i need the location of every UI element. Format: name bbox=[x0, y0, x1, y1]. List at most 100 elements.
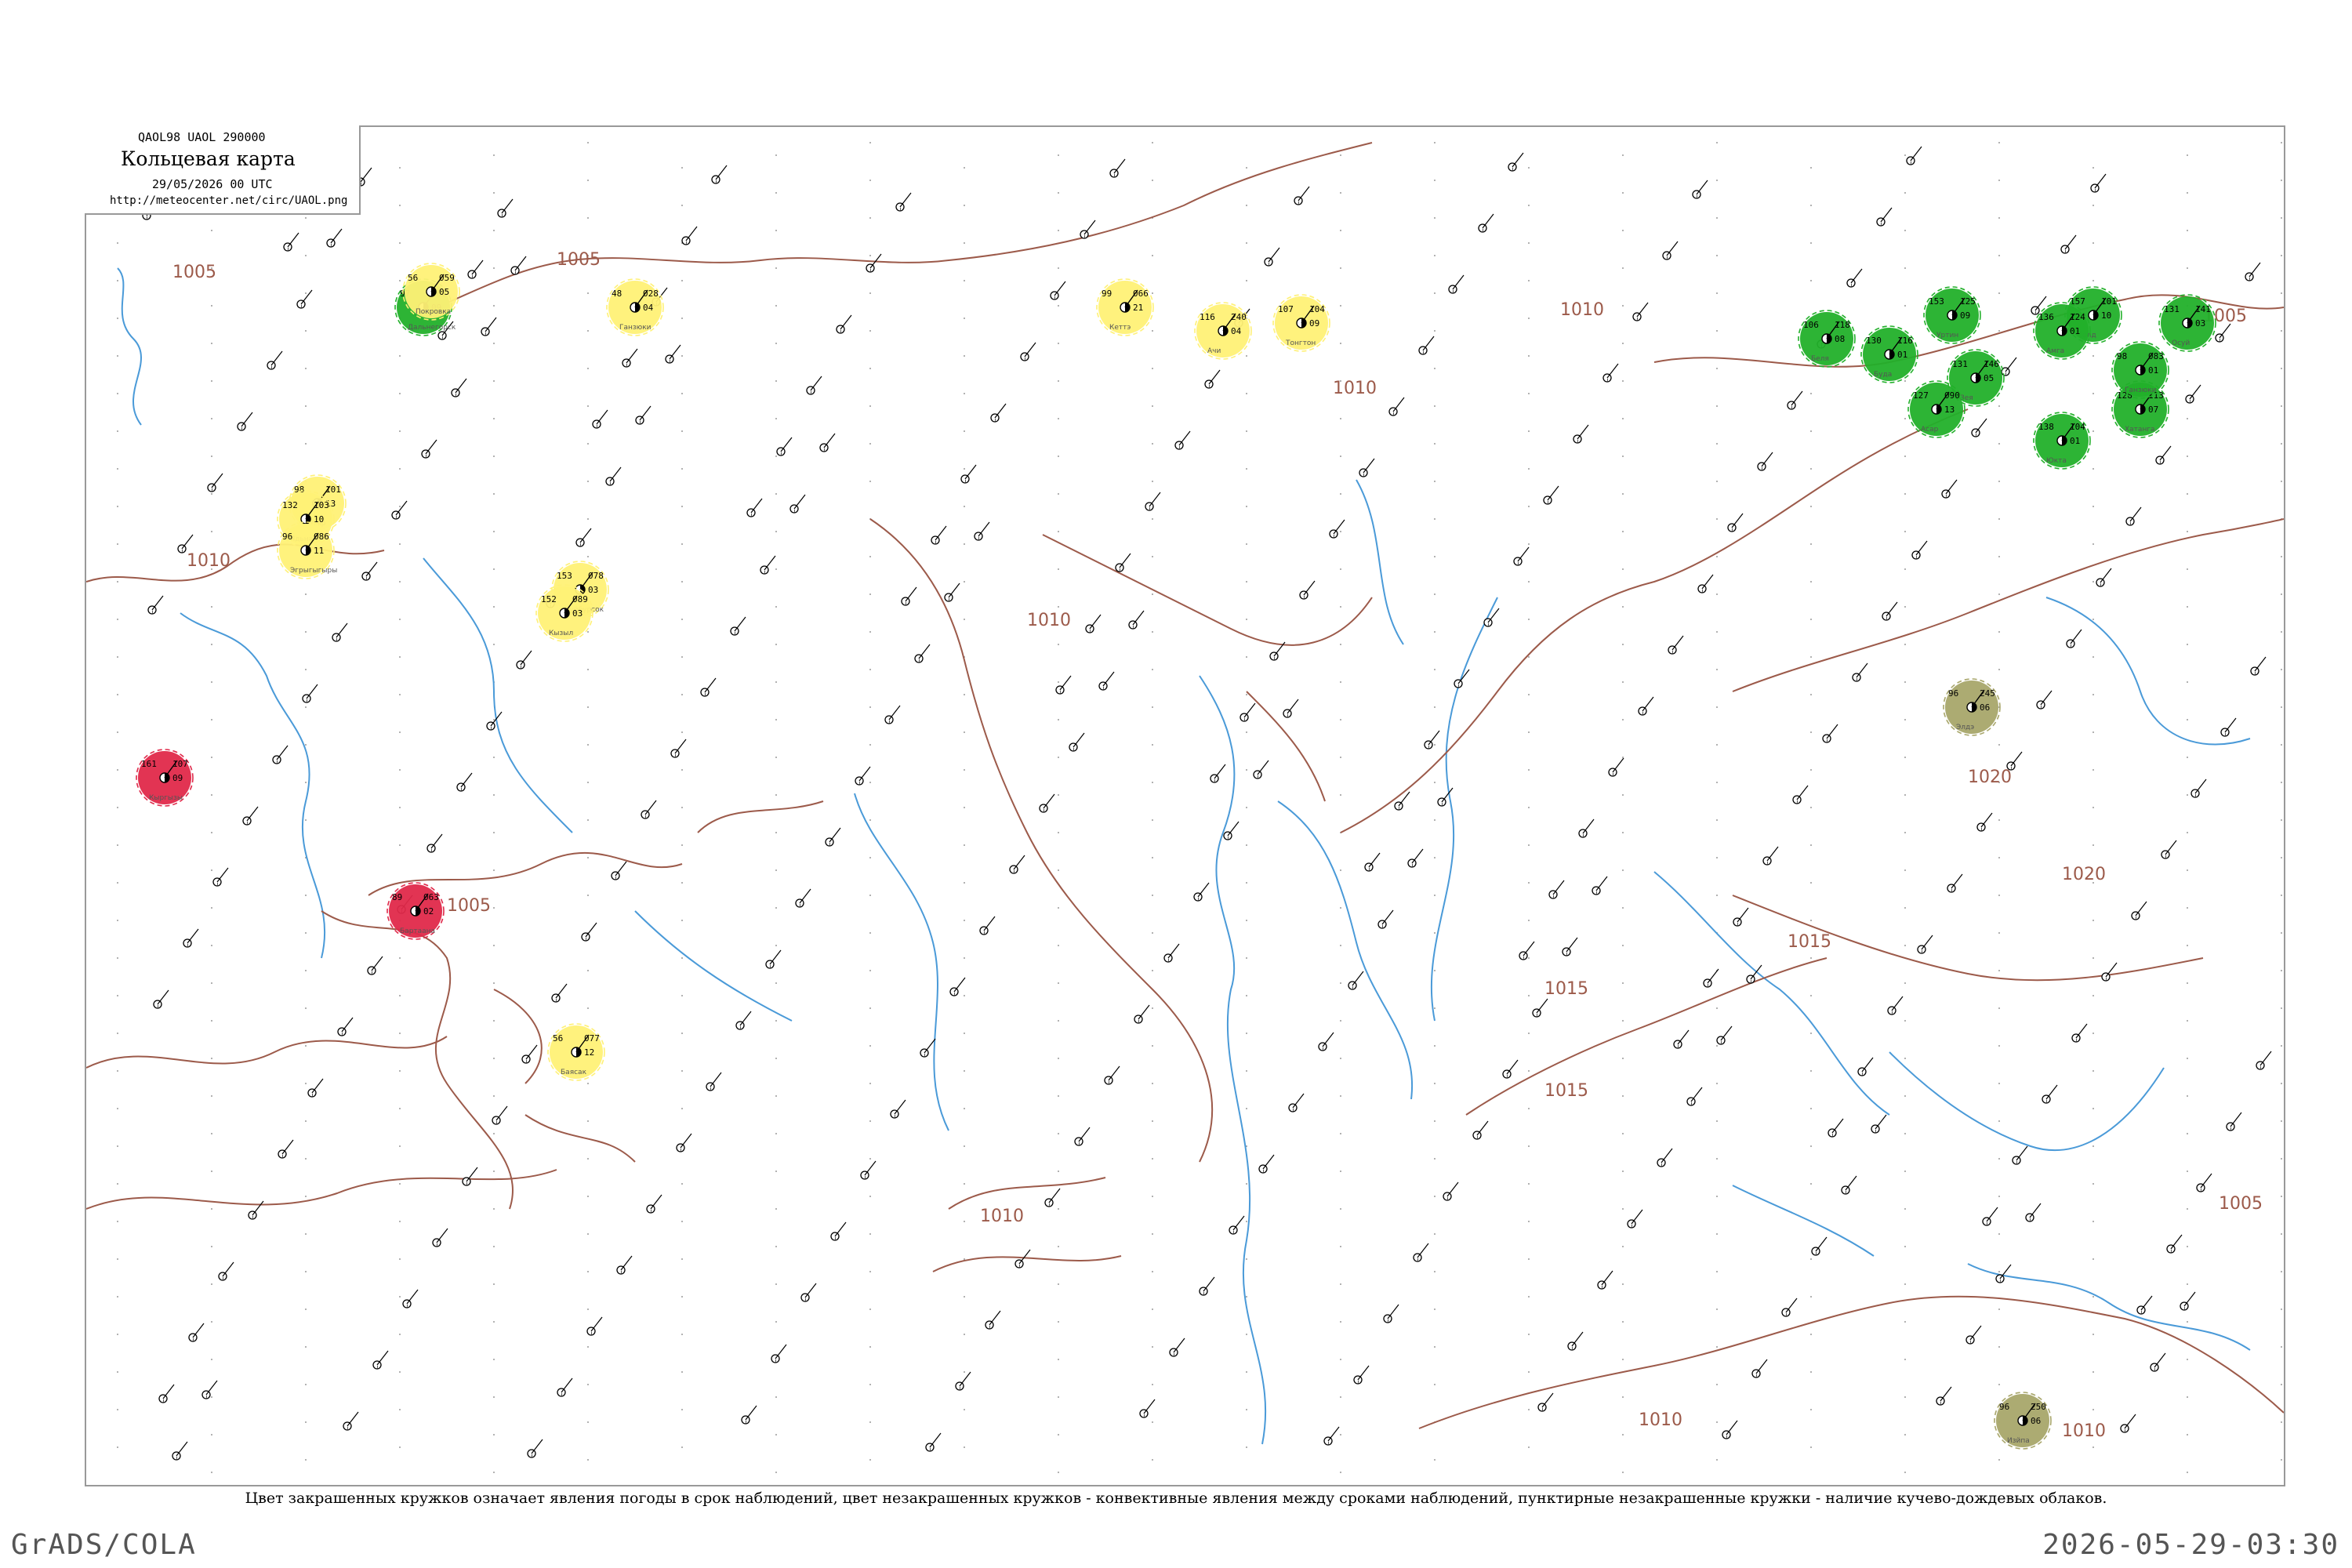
station-marker bbox=[1947, 873, 1963, 893]
station-marker bbox=[1050, 281, 1066, 300]
station[interactable]: 118 106 08 Беля bbox=[1798, 310, 1856, 368]
station-marker bbox=[1055, 675, 1072, 695]
isobar-label: 1005 bbox=[447, 896, 491, 916]
station-marker bbox=[1109, 158, 1126, 178]
station-marker bbox=[1537, 1392, 1554, 1412]
station[interactable]: 107 161 09 Кыргызы bbox=[136, 749, 194, 807]
station[interactable]: 104 138 01 Юкта bbox=[2033, 412, 2091, 470]
temperature-value: 99 bbox=[1102, 289, 1112, 299]
station-marker bbox=[1692, 180, 1708, 199]
station-marker bbox=[836, 314, 852, 334]
station-marker bbox=[855, 766, 871, 786]
station[interactable]: 245 96 06 Элдэ bbox=[1943, 678, 2001, 736]
station-marker bbox=[278, 1139, 294, 1159]
station-marker bbox=[2256, 1051, 2272, 1070]
station-marker bbox=[1608, 757, 1624, 777]
station-marker bbox=[1941, 479, 1958, 499]
station-marker bbox=[746, 498, 763, 517]
station-marker bbox=[302, 684, 318, 703]
station-marker bbox=[1822, 724, 1838, 743]
station[interactable]: 125 153 09 Уртин bbox=[1923, 286, 1981, 344]
station-marker bbox=[361, 561, 378, 581]
station-marker bbox=[990, 403, 1007, 423]
stations: 0669709Дальнегорск0595605Покровка0284804… bbox=[129, 143, 2272, 1461]
station-name: Юкта bbox=[2046, 457, 2067, 465]
station-marker bbox=[367, 956, 383, 975]
temperature-value: 153 bbox=[557, 571, 572, 581]
station[interactable]: 063 89 02 Бартаана bbox=[387, 882, 445, 940]
station-marker bbox=[914, 644, 931, 663]
station-marker bbox=[1887, 996, 1904, 1015]
station[interactable]: 116 130 01 Буда bbox=[1860, 325, 1918, 383]
station-marker bbox=[1388, 397, 1405, 416]
pressure-value: 245 bbox=[1980, 688, 1995, 699]
station-marker bbox=[2125, 506, 2142, 526]
source-url[interactable]: http://meteocenter.net/circ/UAOL.png bbox=[110, 194, 347, 207]
station-marker bbox=[2180, 1291, 2196, 1311]
station-name: Ачи bbox=[1207, 347, 1221, 355]
station-marker bbox=[700, 677, 717, 697]
temperature-value: 96 bbox=[282, 532, 292, 542]
station-marker bbox=[1009, 855, 1025, 874]
station[interactable]: 077 56 12 Баясак bbox=[547, 1023, 605, 1081]
station-marker bbox=[1020, 342, 1036, 361]
station-marker bbox=[2096, 568, 2112, 587]
station-marker bbox=[581, 922, 597, 942]
station-marker bbox=[1965, 1325, 1982, 1345]
temperature-value: 116 bbox=[1200, 312, 1215, 322]
station-marker bbox=[1454, 669, 1470, 688]
station-marker bbox=[183, 928, 199, 948]
isobar-label: 1015 bbox=[1544, 1081, 1588, 1101]
station[interactable]: 066 99 21 Кеттэ bbox=[1096, 278, 1154, 336]
station-marker bbox=[1502, 1059, 1519, 1079]
station-name: Осуй bbox=[2172, 339, 2190, 347]
station-marker bbox=[676, 1133, 692, 1152]
station-marker bbox=[1394, 791, 1410, 811]
station-marker bbox=[641, 800, 657, 819]
station-marker bbox=[1377, 909, 1394, 929]
station-marker bbox=[1911, 540, 1928, 560]
temperature-value: 127 bbox=[1913, 390, 1929, 401]
station-marker bbox=[1472, 1120, 1489, 1140]
station-name: Элдэ bbox=[1956, 724, 1974, 731]
tendency-value: 07 bbox=[2148, 405, 2158, 415]
station-name: Буда bbox=[1874, 371, 1892, 379]
temperature-value: 131 bbox=[1952, 359, 1968, 369]
temperature-value: 98 bbox=[2117, 351, 2127, 361]
station-marker bbox=[2155, 445, 2172, 465]
station-marker bbox=[1971, 418, 1987, 437]
station-marker bbox=[1727, 513, 1744, 532]
software-credit: GrADS/COLA bbox=[11, 1529, 197, 1561]
station-marker bbox=[1686, 1087, 1703, 1106]
isobar-label: 1020 bbox=[1968, 768, 2012, 787]
isobar-label: 1005 bbox=[172, 263, 216, 282]
station-marker bbox=[1751, 1359, 1768, 1378]
station-marker bbox=[760, 555, 776, 575]
temperature-value: 153 bbox=[1929, 296, 1944, 307]
station-marker bbox=[1318, 1032, 1334, 1051]
station[interactable]: 028 48 04 Ганзюки bbox=[606, 278, 664, 336]
station-marker bbox=[516, 650, 532, 670]
station[interactable]: 104 107 09 Тонгтон bbox=[1272, 294, 1330, 352]
station-marker bbox=[1483, 608, 1500, 627]
temperature-value: 56 bbox=[408, 273, 418, 283]
temperature-value: 106 bbox=[1803, 320, 1819, 330]
station[interactable]: 250 96 06 Изйпа bbox=[1994, 1392, 2052, 1450]
station-marker bbox=[242, 806, 259, 826]
station-marker bbox=[1329, 519, 1345, 539]
station-marker bbox=[497, 198, 514, 218]
station-marker bbox=[960, 464, 977, 484]
station-marker bbox=[711, 165, 728, 184]
station[interactable]: 240 116 04 Ачи bbox=[1194, 302, 1252, 360]
rivers bbox=[117, 267, 2251, 1445]
temperature-value: 136 bbox=[2038, 312, 2054, 322]
pressure-value: 141 bbox=[2195, 304, 2211, 314]
station[interactable]: 141 131 03 Осуй bbox=[2158, 294, 2216, 352]
station-marker bbox=[1364, 852, 1381, 872]
station-marker bbox=[177, 534, 194, 554]
station-name: Баясак bbox=[561, 1069, 587, 1076]
tendency-value: 11 bbox=[314, 546, 324, 556]
isobar-label: 1010 bbox=[1639, 1410, 1682, 1430]
station-marker bbox=[1578, 818, 1595, 838]
station-marker bbox=[800, 1283, 817, 1302]
